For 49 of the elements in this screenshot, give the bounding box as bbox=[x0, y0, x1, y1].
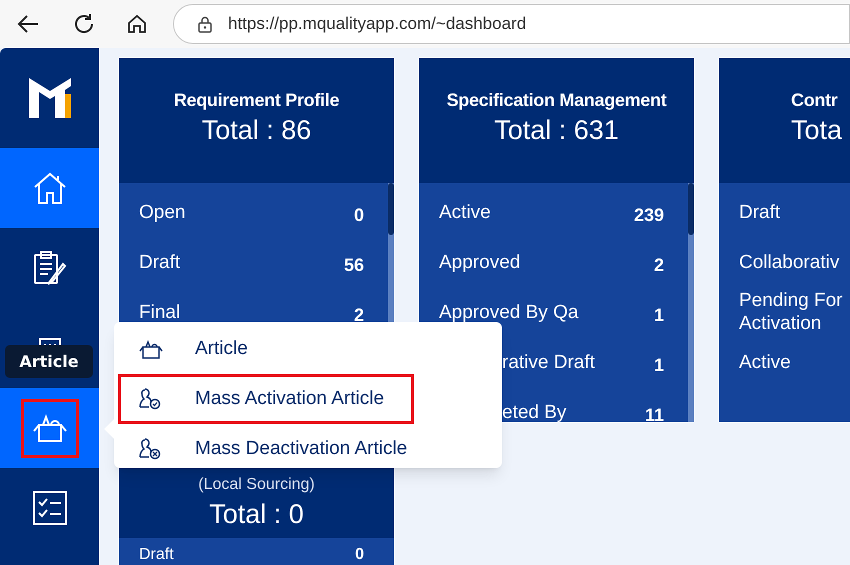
status-count: 0 bbox=[355, 546, 364, 564]
menu-item[interactable]: Mass Deactivation Article bbox=[118, 424, 414, 474]
status-count: 56 bbox=[344, 254, 364, 276]
status-label: Active bbox=[739, 350, 791, 374]
card-total: Total : 631 bbox=[494, 114, 619, 146]
person-check-icon bbox=[139, 388, 161, 410]
box-icon bbox=[139, 339, 163, 359]
status-label: Draft bbox=[139, 546, 174, 564]
status-label: Draft bbox=[139, 250, 180, 274]
status-label: Collaborativ bbox=[739, 250, 840, 274]
card-title: Contr bbox=[791, 88, 838, 112]
status-count: 0 bbox=[354, 204, 364, 226]
card-title: Specification Management bbox=[446, 88, 666, 112]
card-total: Tota bbox=[791, 114, 842, 146]
status-label: Open bbox=[139, 200, 186, 224]
status-count: 11 bbox=[644, 404, 664, 422]
status-label: Final bbox=[139, 300, 180, 324]
status-label: Pending For Activation bbox=[739, 289, 844, 335]
logo-icon bbox=[28, 78, 70, 118]
tooltip: Article bbox=[5, 345, 93, 378]
scrollbar[interactable] bbox=[688, 183, 694, 422]
reload-icon[interactable] bbox=[73, 13, 95, 35]
card-title: Requirement Profile bbox=[174, 88, 340, 112]
home-icon[interactable] bbox=[127, 14, 147, 34]
address-bar[interactable]: https://pp.mqualityapp.com/~dashboard bbox=[173, 4, 850, 44]
status-count: 239 bbox=[634, 204, 664, 226]
status-label: Draft bbox=[739, 200, 780, 224]
menu-item[interactable]: Article bbox=[118, 324, 414, 374]
card-total: Total : 0 bbox=[209, 498, 304, 531]
menu-item[interactable]: Mass Activation Article bbox=[118, 374, 414, 424]
status-label: rative Draft bbox=[502, 350, 595, 374]
status-count: 2 bbox=[354, 304, 364, 326]
card-total: Total : 86 bbox=[202, 114, 312, 146]
home-icon bbox=[32, 171, 68, 205]
person-cross-icon bbox=[139, 438, 161, 460]
box-icon bbox=[32, 413, 68, 443]
back-icon[interactable] bbox=[17, 14, 39, 34]
status-label: Active bbox=[439, 200, 491, 224]
clipboard-pencil-icon bbox=[32, 250, 68, 286]
status-count: 1 bbox=[654, 354, 664, 376]
status-label: Approved bbox=[439, 250, 520, 274]
url-text: https://pp.mqualityapp.com/~dashboard bbox=[228, 13, 526, 36]
checklist-icon bbox=[32, 491, 66, 525]
status-count: 1 bbox=[654, 304, 664, 326]
lock-icon bbox=[198, 16, 212, 32]
card-subtitle: (Local Sourcing) bbox=[198, 475, 315, 495]
status-count: 2 bbox=[654, 254, 664, 276]
status-label: Approved By Qa bbox=[439, 300, 578, 324]
status-label: eted By bbox=[502, 400, 566, 422]
